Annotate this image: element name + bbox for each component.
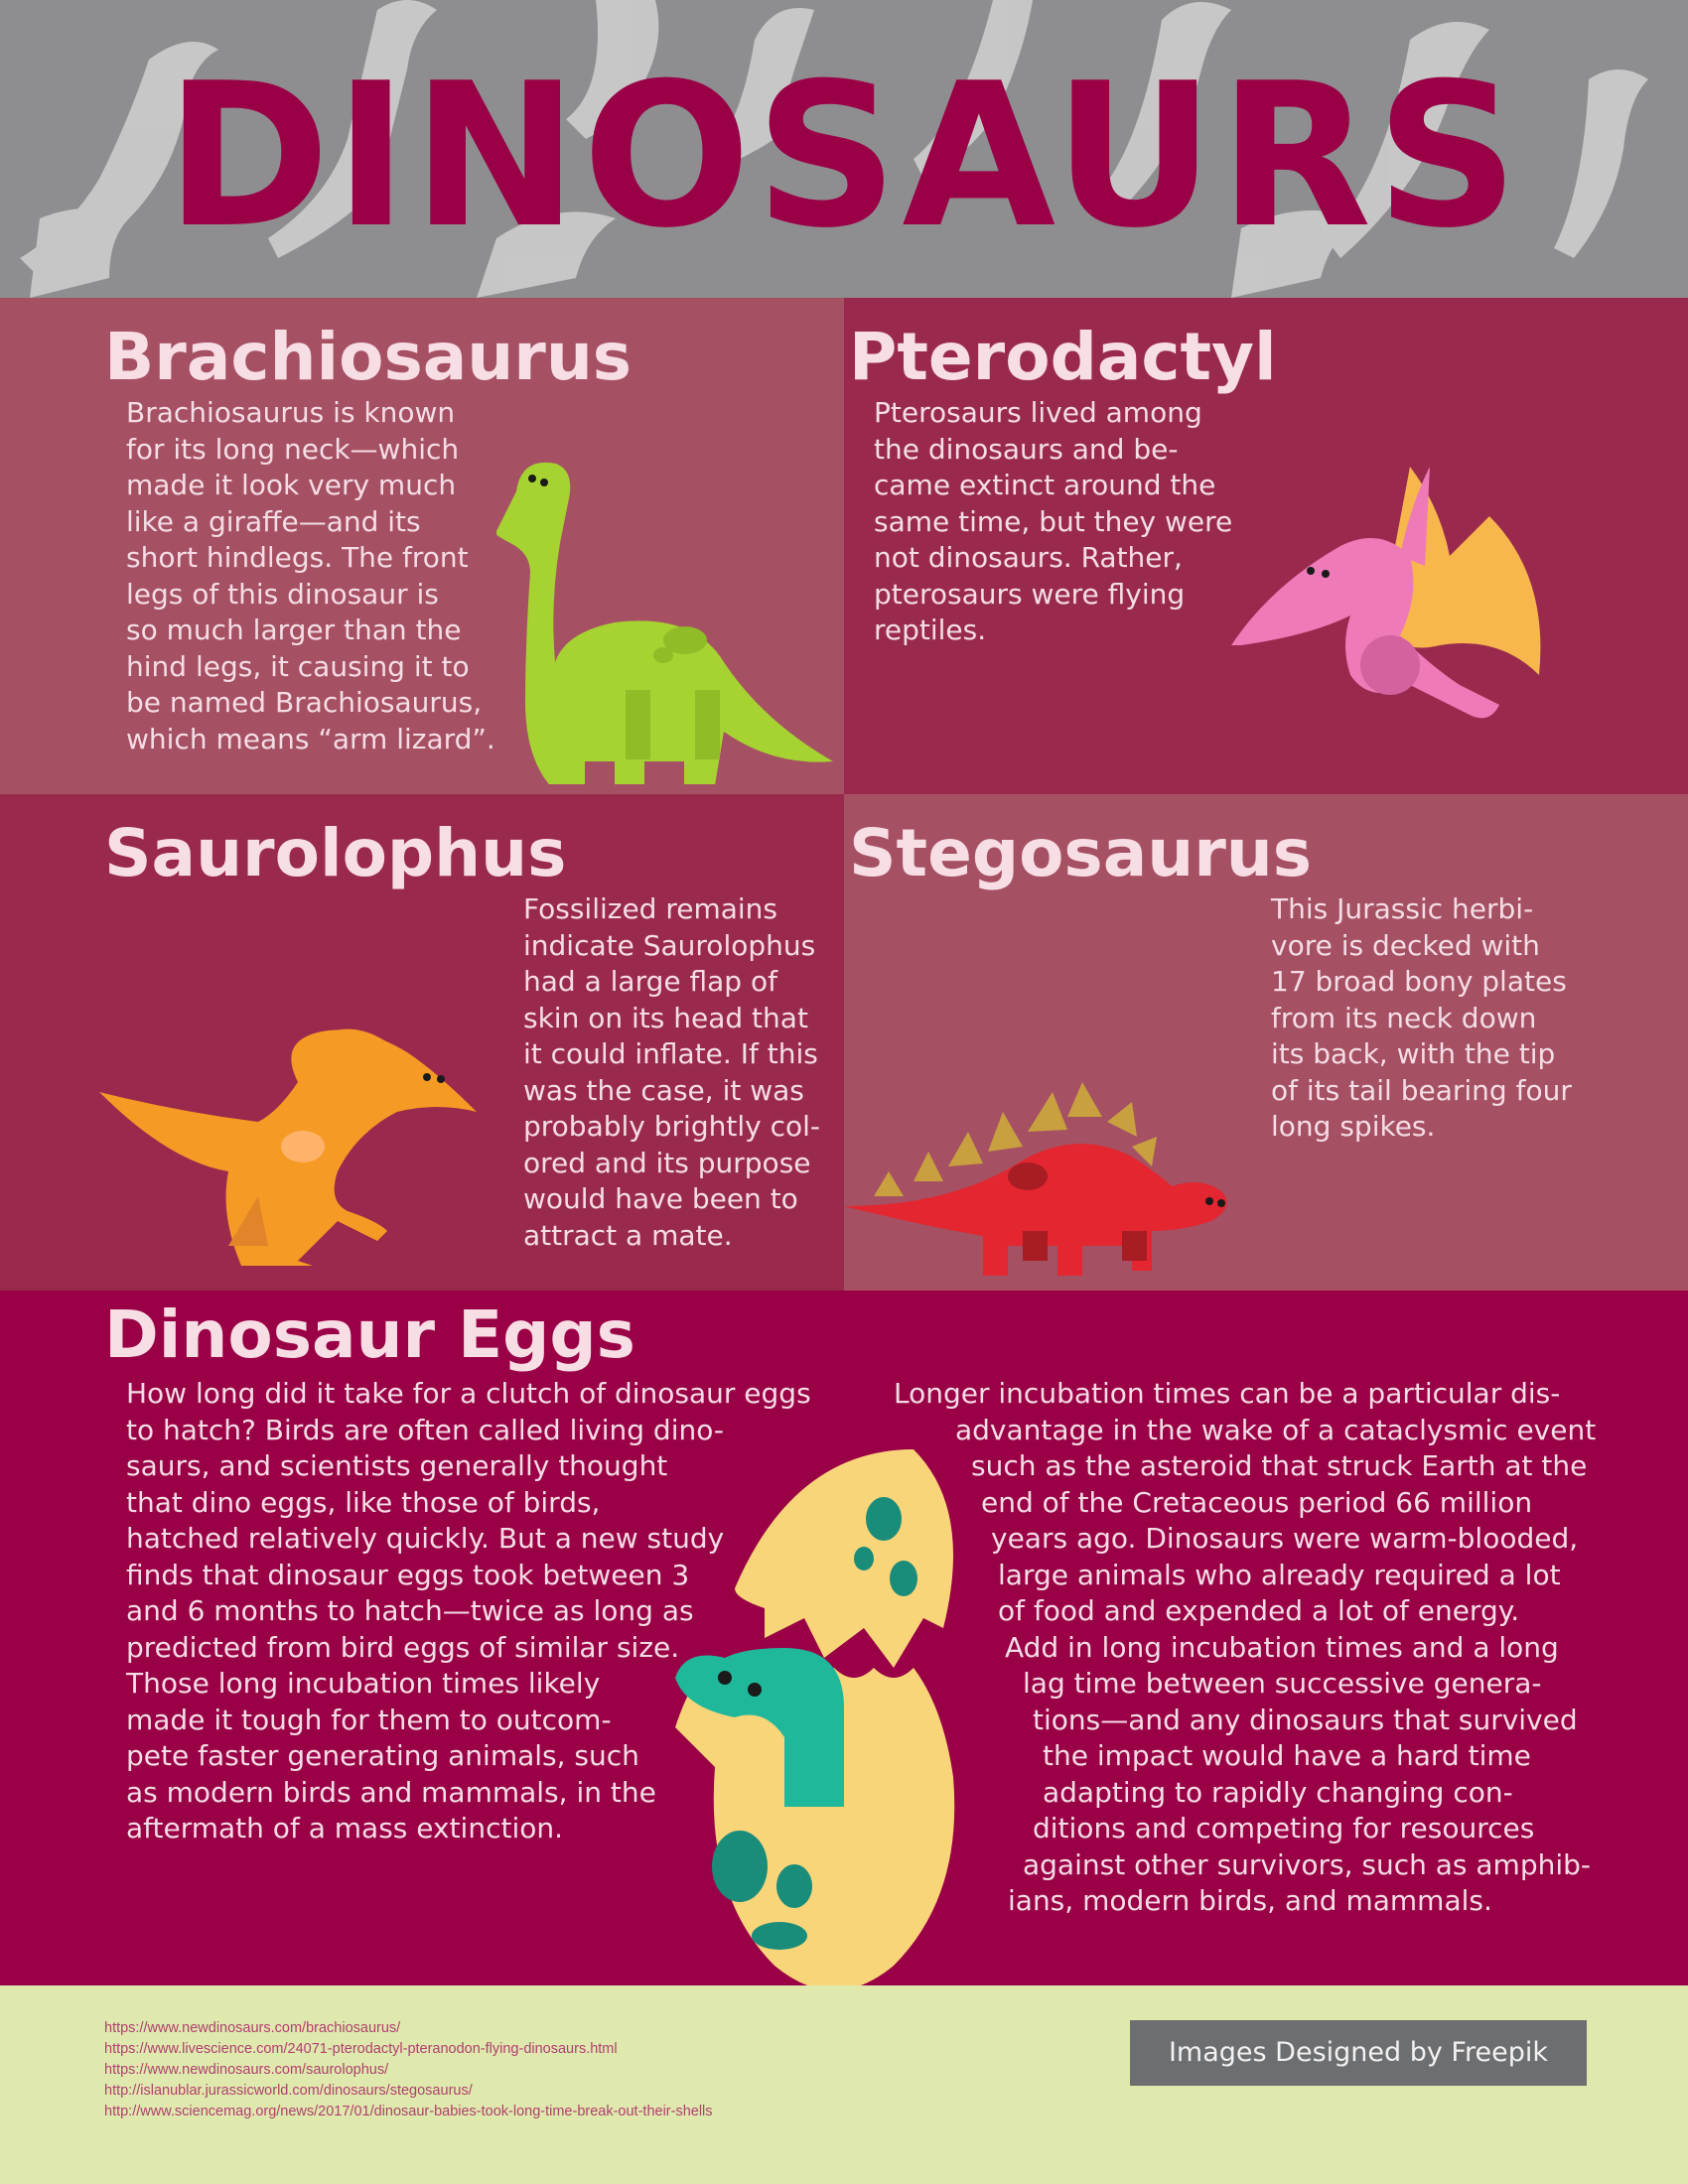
pterodactyl-text: Pterosaurs lived among the dinosaurs and…	[874, 396, 1233, 646]
brachiosaurus-panel: Brachiosaurus Brachiosaurus is known for…	[0, 298, 844, 794]
eggs-panel: Dinosaur Eggs How long did it take for a…	[0, 1291, 1688, 1985]
saurolophus-text: Fossilized remains indicate Saurolophus …	[523, 892, 820, 1252]
hatching-egg-icon	[675, 1449, 955, 1985]
pterodactyl-heading: Pterodactyl	[849, 319, 1277, 395]
stegosaurus-panel: Stegosaurus This Jurassic herbi- vore is…	[844, 794, 1688, 1291]
source-link[interactable]: https://www.newdinosaurs.com/saurolophus…	[104, 2060, 713, 2081]
saurolophus-heading: Saurolophus	[104, 815, 567, 891]
footer: https://www.newdinosaurs.com/brachiosaur…	[0, 1985, 1688, 2184]
orange-saurolophus-icon	[99, 1028, 477, 1266]
source-link[interactable]: https://www.newdinosaurs.com/brachiosaur…	[104, 2018, 713, 2039]
page-title: DINOSAURS	[165, 41, 1523, 272]
sources-list: https://www.newdinosaurs.com/brachiosaur…	[104, 2018, 713, 2122]
brachiosaurus-heading: Brachiosaurus	[104, 319, 633, 395]
source-link[interactable]: https://www.livescience.com/24071-pterod…	[104, 2039, 713, 2060]
saurolophus-panel: Saurolophus Fossilized remains indicate …	[0, 794, 844, 1291]
header-banner: DINOSAURS	[0, 0, 1688, 298]
source-link[interactable]: http://islanublar.jurassicworld.com/dino…	[104, 2081, 713, 2102]
red-stegosaurus-icon	[844, 1082, 1227, 1276]
stegosaurus-heading: Stegosaurus	[849, 815, 1313, 891]
green-brachiosaurus-icon	[496, 462, 833, 784]
eggs-heading: Dinosaur Eggs	[104, 1297, 635, 1373]
image-credit-badge: Images Designed by Freepik	[1130, 2020, 1587, 2086]
stegosaurus-text: This Jurassic herbi- vore is decked with…	[1271, 892, 1572, 1143]
source-link[interactable]: http://www.sciencemag.org/news/2017/01/d…	[104, 2102, 713, 2122]
pterodactyl-panel: Pterodactyl Pterosaurs lived among the d…	[844, 298, 1688, 794]
pink-pterodactyl-icon	[1231, 467, 1541, 719]
brachiosaurus-text: Brachiosaurus is known for its long neck…	[126, 396, 495, 755]
